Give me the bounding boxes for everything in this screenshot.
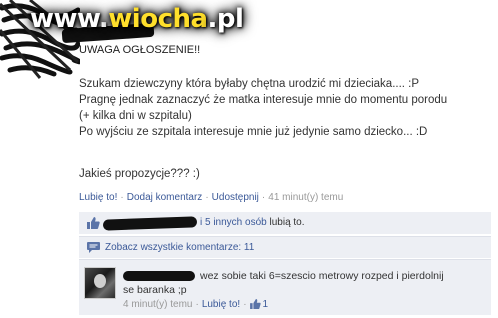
post-line: Po wyjściu ze szpitala interesuje mnie j… xyxy=(79,126,428,138)
share-link[interactable]: Udostępnij xyxy=(212,192,259,203)
like-thumb-icon xyxy=(249,299,261,309)
redacted-commenter-name xyxy=(123,271,195,281)
post-line: (+ kilka dni w szpitalu) xyxy=(79,110,192,122)
post-question: Jakieś propozycje??? :) xyxy=(79,168,200,180)
add-comment-link[interactable]: Dodaj komentarz xyxy=(127,192,203,203)
post-title: UWAGA OGŁOSZENIE!! xyxy=(79,44,201,56)
post-line: Szukam dziewczyny która byłaby chętna ur… xyxy=(79,78,420,90)
like-link[interactable]: Lubię to! xyxy=(79,192,117,203)
separator: · xyxy=(195,299,199,310)
post-line: Pragnę jednak zaznaczyć że matka interes… xyxy=(79,94,448,106)
other-likers-link[interactable]: i 5 innych osób xyxy=(200,217,267,228)
separator: · xyxy=(205,192,209,203)
likes-suffix: lubią to. xyxy=(266,217,305,228)
comment-text-line1: wez sobie taki 6=szescio metrowy rozped … xyxy=(200,270,444,282)
comment-bubble-icon xyxy=(87,242,100,253)
comment-like-count[interactable]: 1 xyxy=(261,299,269,310)
likes-summary: i 5 innych osób lubią to. xyxy=(200,217,305,228)
post-timestamp: 41 minut(y) temu xyxy=(268,192,344,203)
watermark-suffix: .pl xyxy=(207,4,244,34)
comment-timestamp: 4 minut(y) temu xyxy=(123,299,193,310)
separator: · xyxy=(120,192,124,203)
redacted-liker-names xyxy=(102,216,198,231)
separator: · xyxy=(261,192,266,203)
watermark-brand: wiocha xyxy=(108,4,208,34)
comment-like-link[interactable]: Lubię to! xyxy=(202,299,240,310)
watermark: www.wiocha.pl xyxy=(30,4,244,34)
comment: wez sobie taki 6=szescio metrowy rozped … xyxy=(79,259,491,315)
comment-text-line2: se baranka ;p xyxy=(123,284,187,296)
separator: · xyxy=(243,299,247,310)
post-body: Szukam dziewczyny która byłaby chętna ur… xyxy=(79,76,447,140)
likes-row: i 5 innych osób lubią to. xyxy=(79,212,491,234)
avatar-face xyxy=(94,274,106,288)
post-actions: Lubię to! · Dodaj komentarz · Udostępnij · 41 … xyxy=(79,192,343,203)
commenter-avatar[interactable] xyxy=(84,267,116,299)
view-all-comments-row[interactable]: Zobacz wszystkie komentarze: 11 xyxy=(79,236,491,258)
watermark-prefix: www. xyxy=(30,4,109,34)
like-thumb-icon xyxy=(87,217,100,229)
view-all-comments-link[interactable]: Zobacz wszystkie komentarze: 11 xyxy=(105,242,254,253)
comment-meta: 4 minut(y) temu · Lubię to! · 1 xyxy=(123,299,268,310)
